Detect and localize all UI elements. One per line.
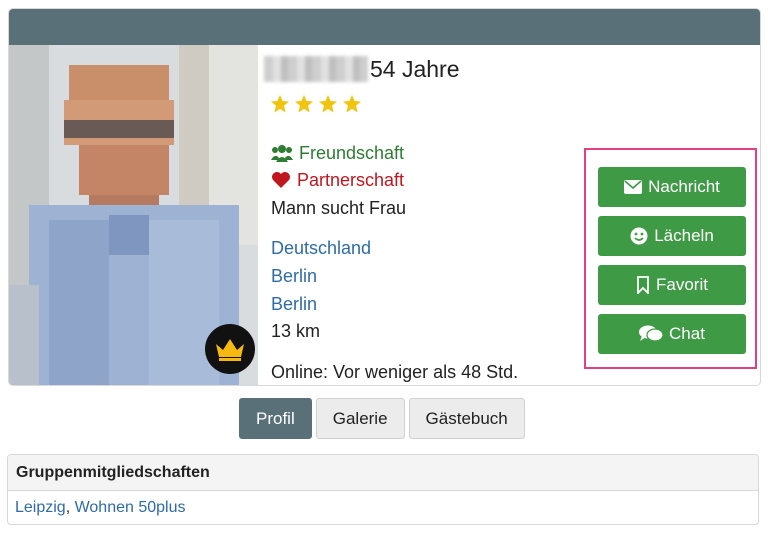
tab-gallery[interactable]: Galerie [315, 398, 405, 439]
location-city-link[interactable]: Berlin [271, 294, 317, 314]
star-icon [343, 95, 361, 113]
interest-friendship: Freundschaft [271, 143, 404, 163]
profile-name-row: 54 Jahre [264, 54, 460, 84]
profile-age: 54 Jahre [370, 55, 460, 82]
group-memberships-title: Gruppenmitgliedschaften [8, 455, 758, 491]
interest-partnership: Partnerschaft [271, 170, 404, 190]
group-separator: , [65, 499, 75, 516]
bookmark-icon [637, 276, 649, 294]
tab-guestbook[interactable]: Gästebuch [408, 398, 525, 439]
smile-icon [630, 227, 648, 245]
online-status: Online: Vor weniger als 48 Std. [271, 362, 519, 382]
group-link-leipzig[interactable]: Leipzig [15, 499, 66, 516]
location-state-link[interactable]: Berlin [271, 266, 317, 286]
star-icon [295, 95, 313, 113]
premium-crown-badge [205, 324, 255, 374]
favorite-button[interactable]: Favorit [598, 265, 746, 305]
star-icon [319, 95, 337, 113]
star-icon [271, 95, 289, 113]
favorite-button-label: Favorit [656, 275, 708, 294]
profile-photo[interactable] [9, 45, 258, 385]
card-header-bar [9, 9, 760, 45]
comments-icon [639, 325, 664, 342]
tab-profile[interactable]: Profil [239, 398, 312, 439]
smile-button-label: Lächeln [654, 226, 714, 245]
interest-friendship-label: Freundschaft [299, 143, 405, 163]
smile-button[interactable]: Lächeln [598, 216, 746, 256]
profile-tabs: Profil Galerie Gästebuch [239, 398, 525, 439]
group-link-wohnen-50plus[interactable]: Wohnen 50plus [75, 499, 186, 516]
location-country-link[interactable]: Deutschland [271, 238, 371, 258]
message-button-label: Nachricht [648, 177, 720, 196]
seeking-text: Mann sucht Frau [271, 198, 407, 218]
rating-stars [270, 94, 362, 114]
message-button[interactable]: Nachricht [598, 167, 746, 207]
action-buttons-panel: Nachricht Lächeln Favorit Chat [584, 148, 757, 369]
chat-button-label: Chat [669, 324, 705, 343]
heart-icon [272, 172, 290, 188]
group-memberships-list: Leipzig, Wohnen 50plus [8, 491, 758, 524]
distance-text: 13 km [271, 321, 321, 341]
envelope-icon [624, 180, 643, 194]
username-redacted [264, 56, 368, 82]
interest-partnership-label: Partnerschaft [297, 170, 405, 190]
chat-button[interactable]: Chat [598, 314, 746, 354]
users-icon [271, 145, 293, 162]
group-memberships-panel: Gruppenmitgliedschaften Leipzig, Wohnen … [7, 454, 759, 525]
crown-icon [216, 339, 244, 361]
